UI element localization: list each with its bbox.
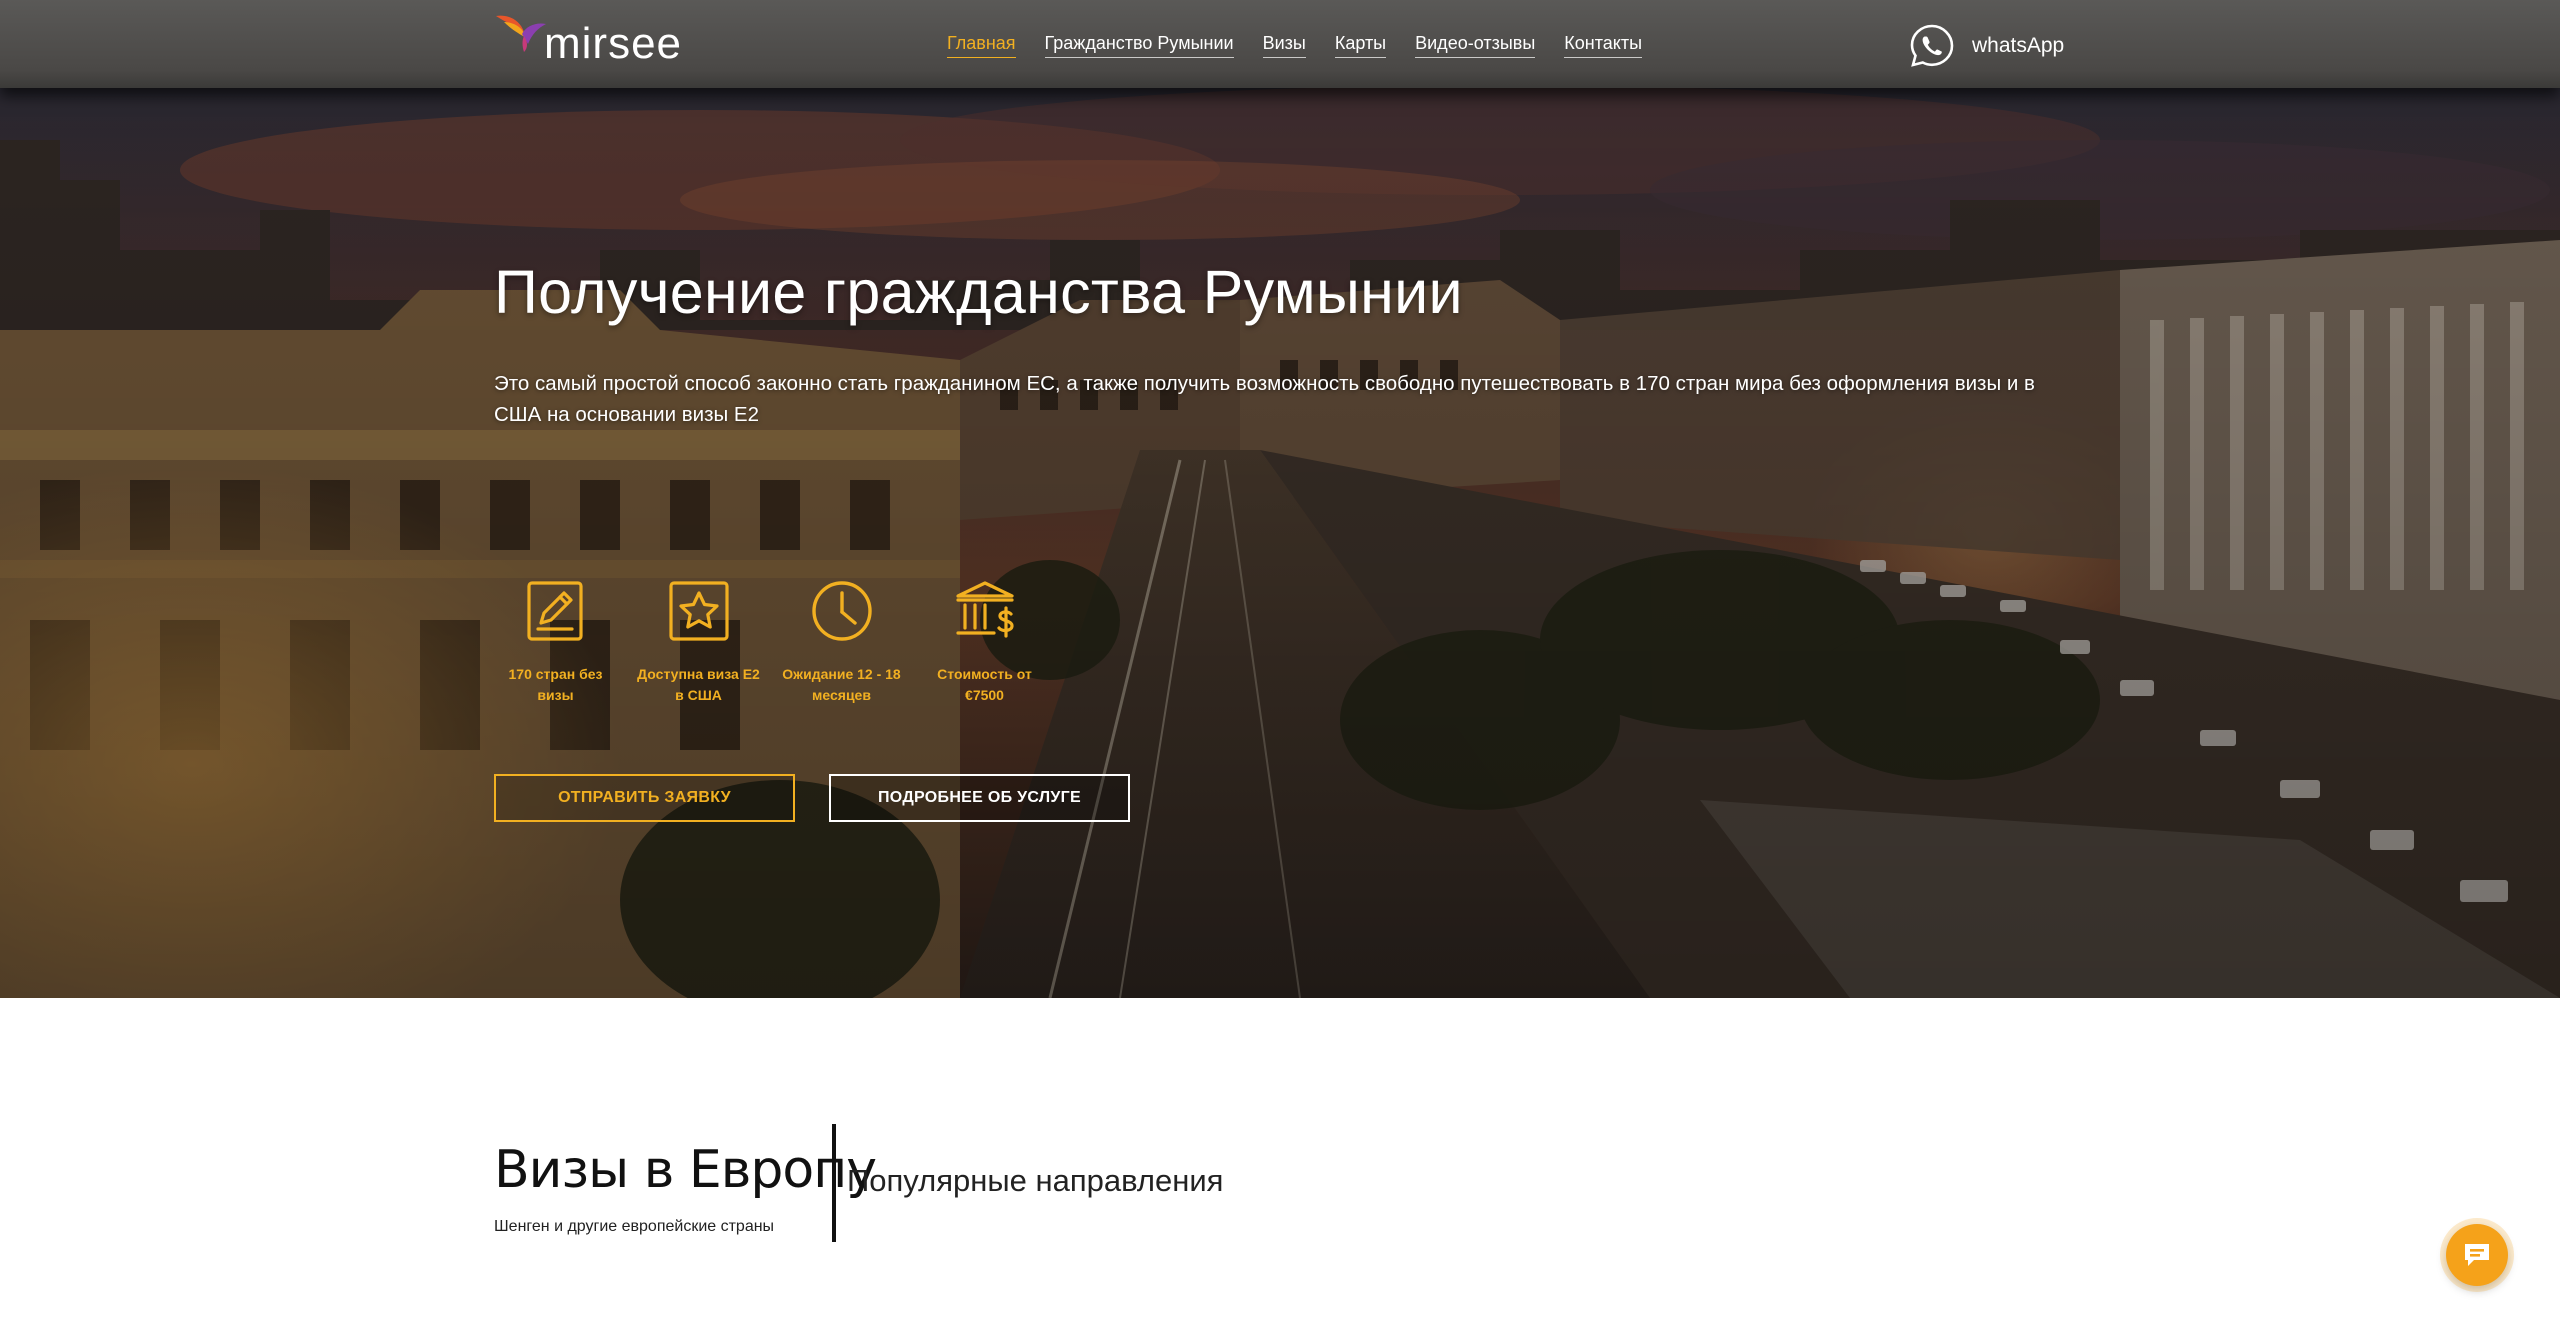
feature-text: Ожидание 12 - 18 месяцев (782, 666, 901, 703)
hero-section: mirsee Главная Гражданство Румынии Визы … (0, 0, 2560, 998)
nav-item-contacts[interactable]: Контакты (1564, 32, 1643, 58)
nav-item-romanian-citizenship[interactable]: Гражданство Румынии (1044, 32, 1234, 58)
site-logo[interactable]: mirsee (494, 12, 682, 68)
main-nav: Главная Гражданство Румынии Визы Карты В… (947, 32, 1643, 58)
bank-dollar-icon (952, 576, 1018, 646)
whatsapp-icon (1910, 24, 1954, 67)
chat-button[interactable] (2446, 1224, 2508, 1286)
feature-item: Стоимость от €7500 (913, 576, 1056, 706)
site-header: mirsee Главная Гражданство Румынии Визы … (0, 0, 2560, 88)
feature-text: Стоимость от €7500 (937, 666, 1032, 703)
whatsapp-label: whatsApp (1972, 34, 2065, 57)
clock-icon (809, 576, 875, 646)
feature-text: 170 стран без визы (508, 666, 603, 703)
section-divider (832, 1124, 836, 1242)
hero-subtitle: Это самый простой способ законно стать г… (494, 372, 2035, 426)
nav-item-visas[interactable]: Визы (1262, 32, 1306, 58)
popular-destinations-heading: Популярные направления (847, 1163, 1224, 1198)
feature-item: Доступна виза Е2 в США (627, 576, 770, 706)
section-subtitle: Шенген и другие европейские страны (494, 1218, 775, 1235)
bird-logo-icon (496, 15, 546, 52)
submit-application-button[interactable]: ОТПРАВИТЬ ЗАЯВКУ (494, 774, 795, 822)
feature-list: 170 стран без визы Доступна виза Е2 в СШ… (484, 576, 1056, 706)
feature-item: Ожидание 12 - 18 месяцев (770, 576, 913, 706)
hero-title: Получение гражданства Румынии (494, 258, 1463, 326)
service-details-button[interactable]: ПОДРОБНЕЕ ОБ УСЛУГЕ (829, 774, 1130, 822)
feature-text: Доступна виза Е2 в США (637, 666, 760, 703)
feature-item: 170 стран без визы (484, 576, 627, 706)
hero-background-image (0, 0, 2560, 998)
nav-item-cards[interactable]: Карты (1334, 32, 1387, 58)
passport-icon (524, 576, 588, 646)
whatsapp-link[interactable]: whatsApp (1908, 22, 2064, 70)
star-badge-icon (667, 576, 731, 646)
nav-item-video-reviews[interactable]: Видео-отзывы (1415, 32, 1536, 58)
chat-icon (2465, 1244, 2489, 1266)
section-title: Визы в Европу (494, 1140, 877, 1200)
logo-text: mirsee (544, 19, 683, 68)
nav-item-home[interactable]: Главная (947, 32, 1016, 58)
